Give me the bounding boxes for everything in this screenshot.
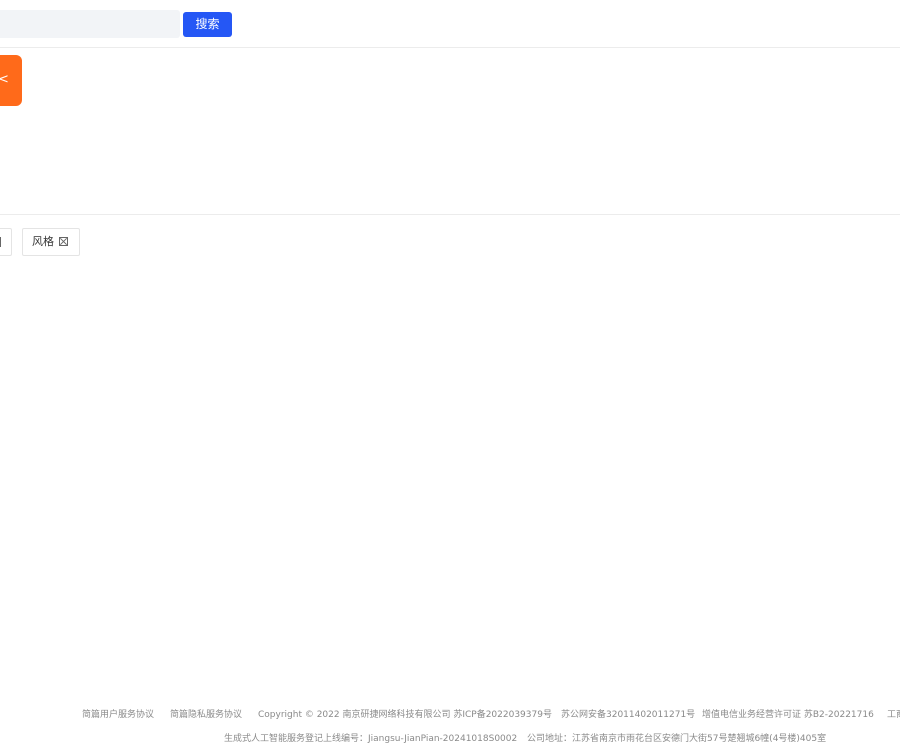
side-tab[interactable]: <: [0, 55, 22, 106]
page: 搜索 < 风格 简篇用户服务协议 简篇隐私服务协议 Copyright © 20…: [0, 0, 900, 750]
search-button[interactable]: 搜索: [183, 12, 232, 37]
telecom-license-link[interactable]: 增值电信业务经营许可证 苏B2-20221716: [702, 708, 874, 722]
business-license-link[interactable]: 工商: [887, 708, 900, 722]
ai-registration-text: 生成式人工智能服务登记上线编号：Jiangsu-JianPian-2024101…: [224, 734, 518, 744]
header-bar: 搜索: [0, 0, 900, 48]
copyright-text: Copyright © 2022 南京研捷网络科技有限公司 苏ICP备20220…: [258, 710, 552, 720]
section-divider: [0, 214, 900, 215]
tag-style-label: 风格: [32, 235, 54, 248]
privacy-agreement-link[interactable]: 简篇隐私服务协议: [170, 708, 242, 722]
police-record-link[interactable]: 苏公网安备32011402011271号: [561, 708, 695, 722]
close-icon[interactable]: [59, 237, 68, 246]
tag-partial[interactable]: [0, 228, 12, 256]
footer-links: 简篇用户服务协议 简篇隐私服务协议 Copyright © 2022 南京研捷网…: [0, 708, 900, 722]
tag-style[interactable]: 风格: [22, 228, 80, 256]
chevron-left-icon: <: [0, 72, 9, 87]
user-agreement-link[interactable]: 简篇用户服务协议: [82, 708, 154, 722]
company-address-text: 公司地址：江苏省南京市雨花台区安德门大街57号楚翘城6幢(4号楼)405室: [527, 734, 827, 744]
tag-close-icon: [0, 237, 1, 247]
search-input[interactable]: [0, 10, 180, 38]
footer-info: 生成式人工智能服务登记上线编号：Jiangsu-JianPian-2024101…: [0, 732, 900, 746]
